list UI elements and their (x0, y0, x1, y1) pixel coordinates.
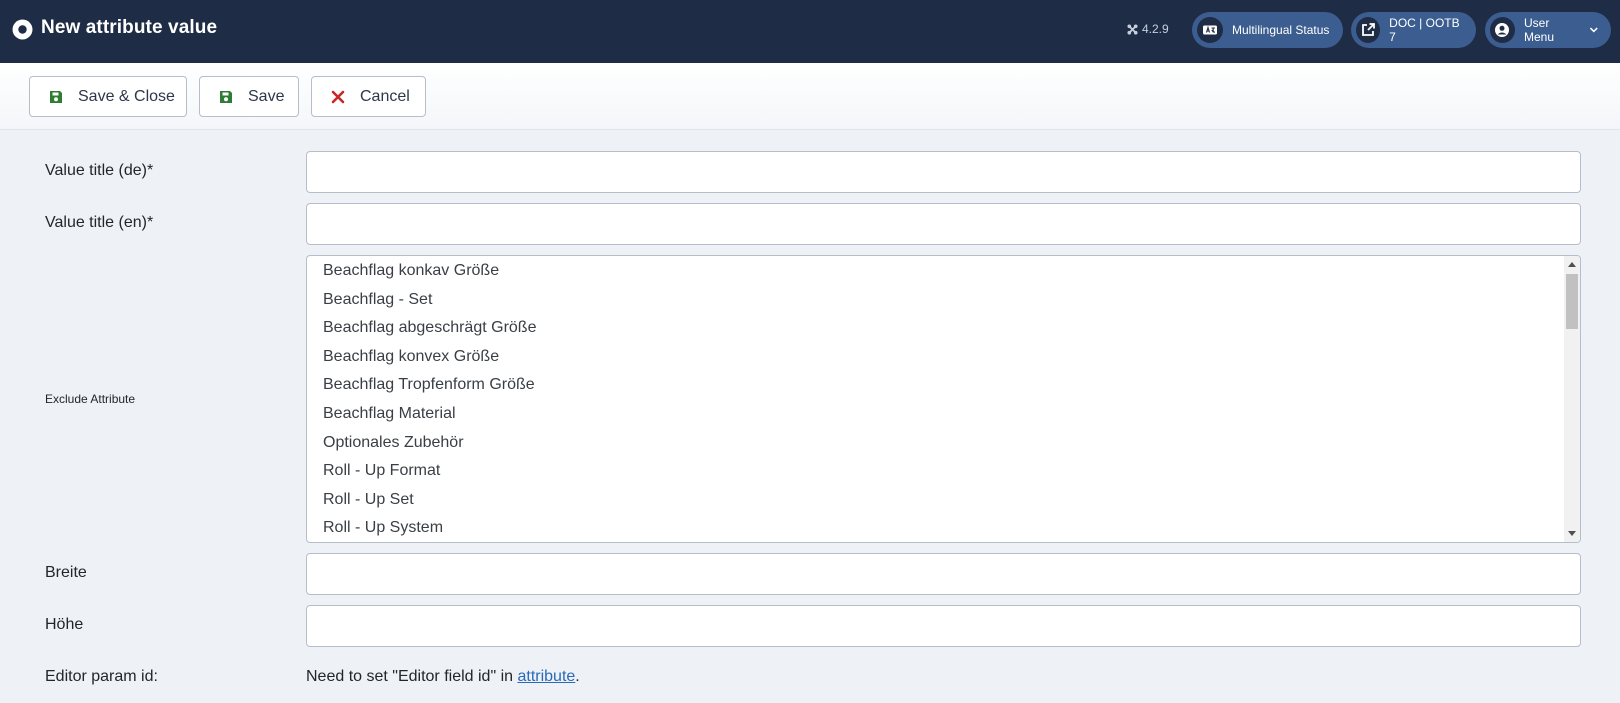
page-title: New attribute value (41, 17, 218, 38)
list-item[interactable]: Beachflag konvex Größe (323, 348, 499, 366)
list-item[interactable]: Beachflag - Set (323, 291, 432, 309)
list-item[interactable]: Roll - Up Set (323, 491, 414, 509)
hoehe-label: Höhe (45, 616, 84, 633)
user-menu-button[interactable]: User Menu (1485, 12, 1611, 48)
joomla-icon (1127, 23, 1138, 35)
editor-param-id-label: Editor param id: (45, 668, 158, 685)
scroll-down-arrow-icon[interactable] (1568, 531, 1576, 536)
top-header: New attribute value 4.2.9 Multilingual S… (0, 0, 1620, 63)
value-title-de-input[interactable] (306, 151, 1581, 193)
action-toolbar: Save & Close Save Cancel (0, 63, 1620, 130)
doc-site-label: DOC | OOTB 7 (1389, 16, 1460, 44)
language-icon (1197, 17, 1223, 43)
version-number: 4.2.9 (1142, 22, 1169, 36)
user-circle-icon (1490, 17, 1515, 43)
save-close-button[interactable]: Save & Close (29, 76, 187, 117)
doc-site-button[interactable]: DOC | OOTB 7 (1351, 12, 1476, 48)
save-close-label: Save & Close (78, 87, 175, 105)
times-icon (331, 90, 345, 103)
floppy-disk-icon (220, 90, 232, 103)
value-title-de-label: Value title (de)* (45, 162, 154, 179)
list-item[interactable]: Beachflag Material (323, 405, 456, 423)
list-item[interactable]: Roll - Up Format (323, 462, 440, 480)
multilingual-status-label: Multilingual Status (1232, 23, 1330, 37)
save-button[interactable]: Save (199, 76, 299, 117)
list-item[interactable]: Beachflag abgeschrägt Größe (323, 319, 536, 337)
value-title-en-label: Value title (en)* (45, 214, 154, 231)
editor-note-prefix: Need to set "Editor field id" in (306, 668, 518, 685)
floppy-disk-icon (50, 90, 62, 103)
attribute-link[interactable]: attribute (517, 668, 575, 685)
listbox-scrollbar[interactable] (1564, 256, 1580, 542)
breite-input[interactable] (306, 553, 1581, 595)
exclude-attribute-label: Exclude Attribute (45, 392, 136, 406)
list-item[interactable]: Beachflag konkav Größe (323, 262, 499, 280)
version-info: 4.2.9 (1127, 22, 1169, 36)
editor-note-suffix: . (575, 668, 580, 685)
external-link-icon (1356, 17, 1381, 43)
editor-param-note: Need to set "Editor field id" in attribu… (306, 668, 580, 686)
breite-label: Breite (45, 564, 87, 581)
save-label: Save (248, 87, 285, 105)
value-title-en-input[interactable] (306, 203, 1581, 245)
user-menu-label: User Menu (1523, 16, 1555, 44)
chevron-down-icon (1590, 27, 1599, 33)
cancel-button[interactable]: Cancel (311, 76, 426, 117)
cancel-label: Cancel (360, 87, 410, 105)
scrollbar-thumb[interactable] (1566, 274, 1578, 329)
list-item[interactable]: Beachflag Tropfenform Größe (323, 376, 535, 394)
multilingual-status-button[interactable]: Multilingual Status (1192, 12, 1343, 48)
exclude-attribute-listbox[interactable]: Beachflag konkav Größe Beachflag - Set B… (306, 255, 1581, 543)
list-item[interactable]: Optionales Zubehör (323, 434, 464, 452)
joomla-circle-icon (12, 19, 33, 40)
scroll-up-arrow-icon[interactable] (1568, 262, 1576, 267)
list-item[interactable]: Roll - Up System (323, 519, 443, 537)
hoehe-input[interactable] (306, 605, 1581, 647)
